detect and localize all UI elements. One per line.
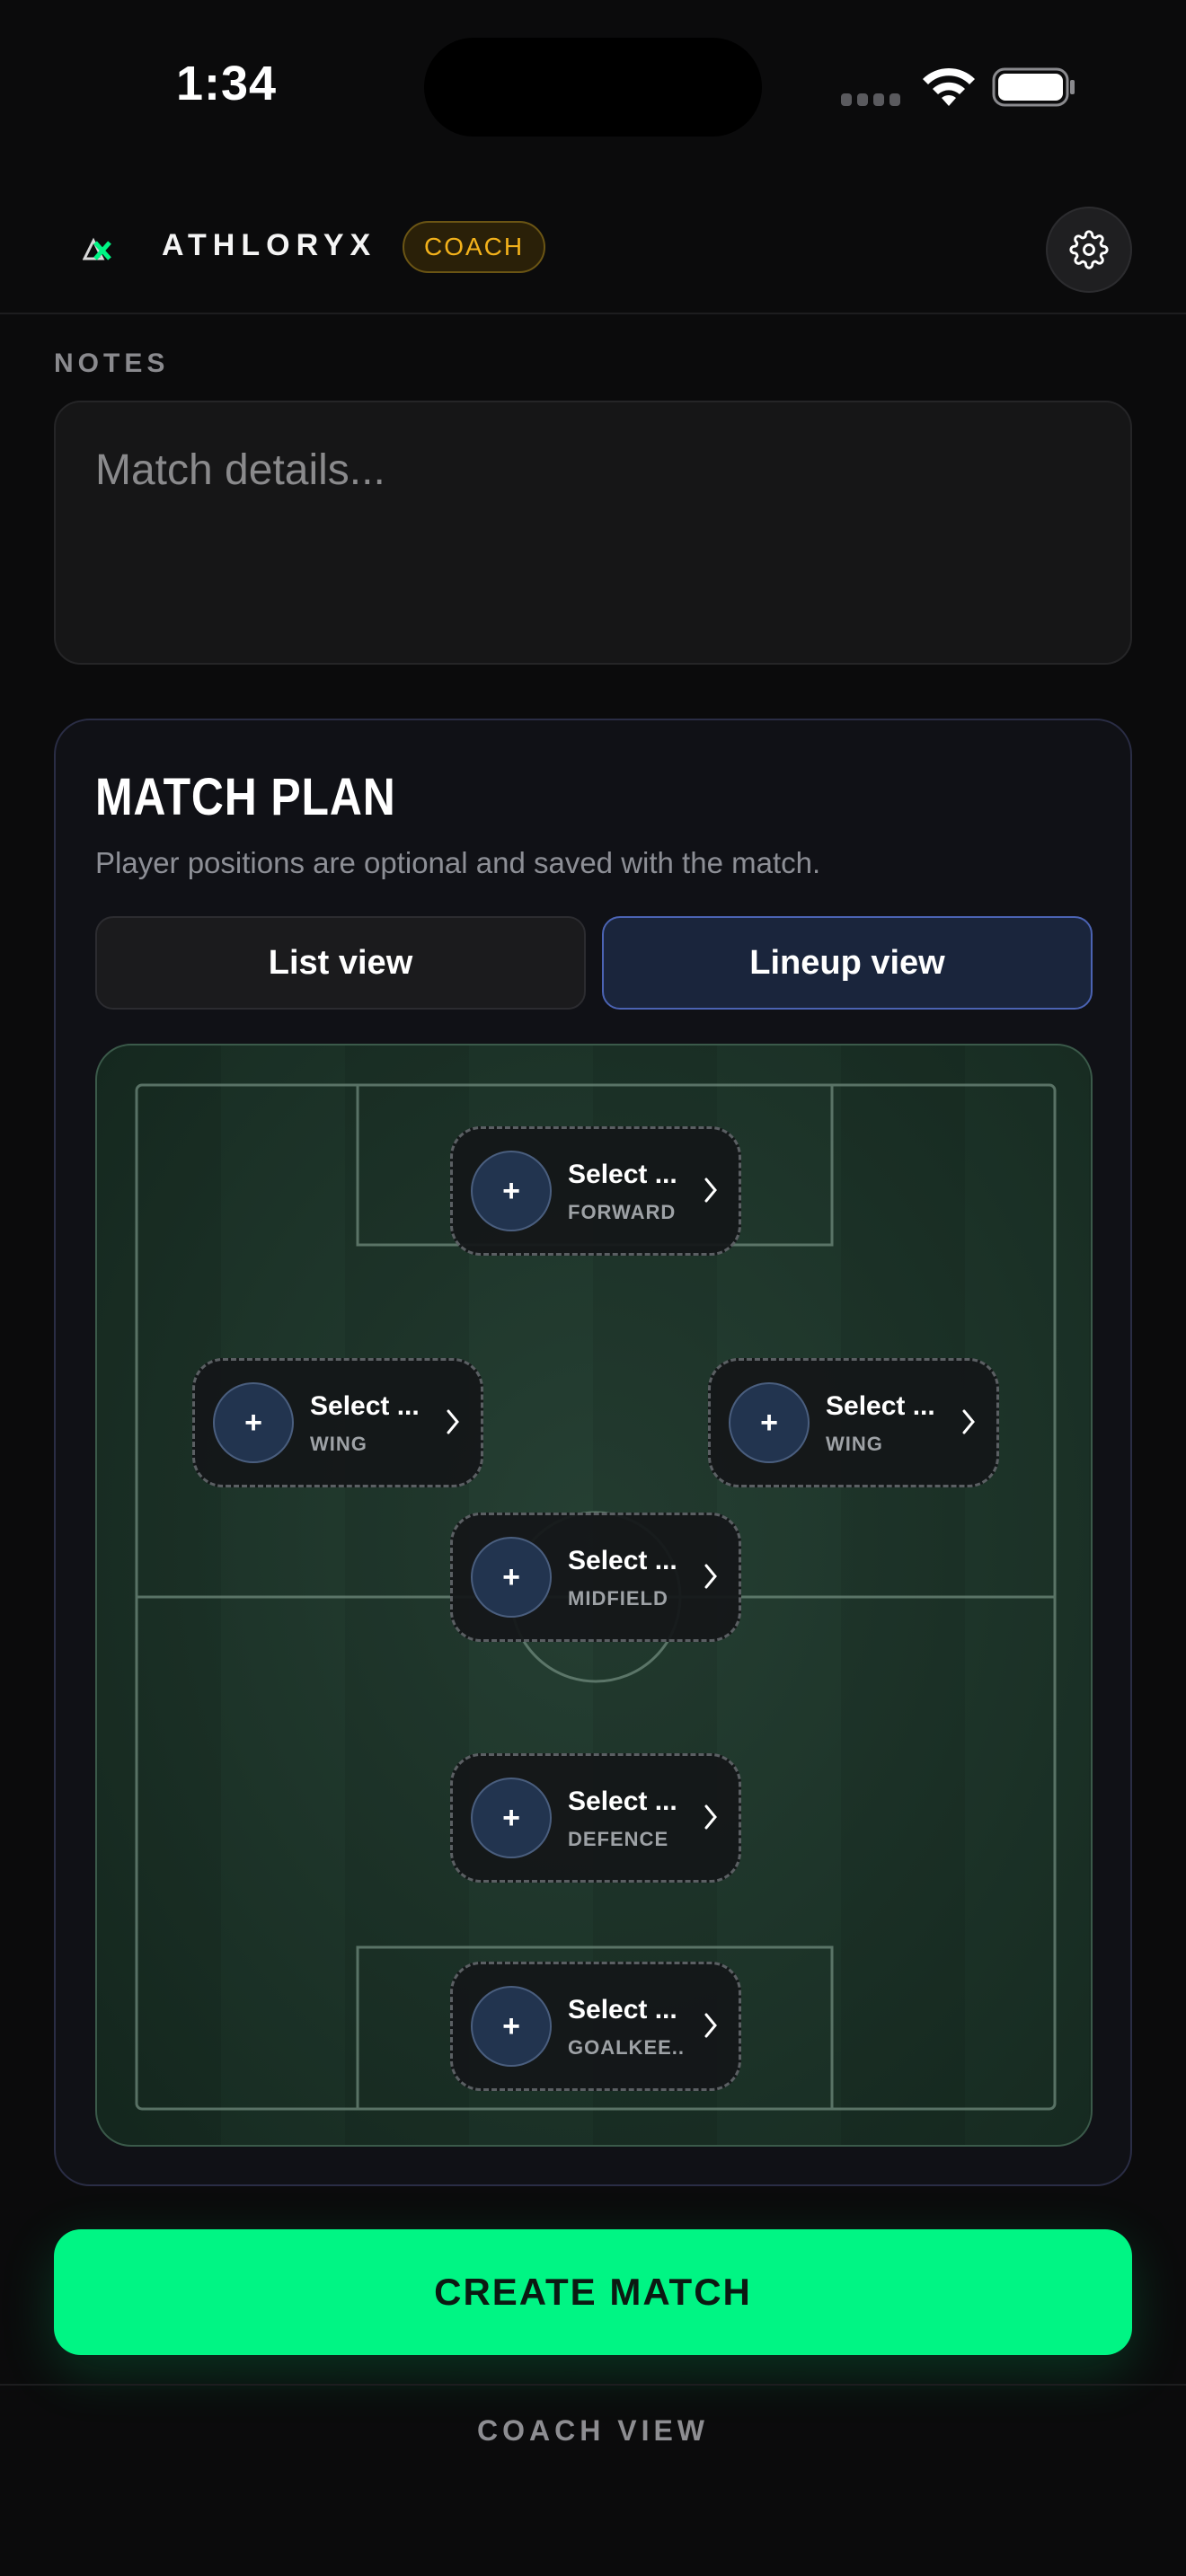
- slot-goalkeeper[interactable]: + Select ... GOALKEE...: [450, 1962, 741, 2091]
- slot-midfield[interactable]: + Select ... MIDFIELD: [450, 1513, 741, 1642]
- footer-view-label: COACH VIEW: [477, 2414, 709, 2447]
- notes-textarea[interactable]: [54, 401, 1132, 665]
- slot-right-wing[interactable]: + Select ... WING: [708, 1358, 999, 1487]
- match-plan-title: MATCH PLAN: [95, 768, 396, 826]
- chevron-right-icon: [704, 1804, 717, 1830]
- chevron-right-icon: [704, 1178, 717, 1203]
- lineup-pitch: + Select ... FORWARD + Select ... WING +…: [95, 1044, 1093, 2147]
- chevron-right-icon: [447, 1409, 459, 1434]
- list-view-button[interactable]: List view: [95, 916, 586, 1010]
- app-header: ATHLORYX COACH: [0, 171, 1186, 314]
- settings-button[interactable]: [1046, 207, 1132, 293]
- add-player-icon: +: [471, 1986, 552, 2067]
- dynamic-island: [424, 38, 762, 137]
- notes-label: NOTES: [54, 348, 170, 378]
- wifi-icon: [923, 67, 975, 106]
- slot-player-name: Select ...: [826, 1391, 935, 1421]
- lineup-view-button[interactable]: Lineup view: [602, 916, 1093, 1010]
- match-plan-card: MATCH PLAN Player positions are optional…: [54, 719, 1132, 2186]
- chevron-right-icon: [962, 1409, 975, 1434]
- slot-position: FORWARD: [568, 1201, 677, 1223]
- add-player-icon: +: [729, 1382, 810, 1463]
- slot-player-name: Select ...: [568, 1995, 677, 2025]
- create-match-button[interactable]: CREATE MATCH: [54, 2229, 1132, 2355]
- slot-position: WING: [826, 1433, 883, 1455]
- athloryx-logo-icon: [83, 237, 111, 260]
- chevron-right-icon: [704, 2013, 717, 2038]
- slot-player-name: Select ...: [310, 1391, 420, 1421]
- slot-position: DEFENCE: [568, 1828, 669, 1850]
- battery-icon: [992, 67, 1075, 107]
- gear-icon: [1069, 230, 1109, 269]
- slot-position: WING: [310, 1433, 367, 1455]
- brand-name: ATHLORYX: [162, 228, 377, 262]
- add-player-icon: +: [213, 1382, 294, 1463]
- match-plan-subtitle: Player positions are optional and saved …: [95, 846, 821, 879]
- slot-defence[interactable]: + Select ... DEFENCE: [450, 1753, 741, 1883]
- add-player-icon: +: [471, 1537, 552, 1618]
- slot-forward[interactable]: + Select ... FORWARD: [450, 1126, 741, 1256]
- slot-left-wing[interactable]: + Select ... WING: [192, 1358, 483, 1487]
- slot-player-name: Select ...: [568, 1160, 677, 1189]
- cellular-signal-icon: [841, 93, 902, 106]
- slot-player-name: Select ...: [568, 1786, 677, 1816]
- add-player-icon: +: [471, 1778, 552, 1858]
- status-bar: 1:34: [0, 0, 1186, 171]
- add-player-icon: +: [471, 1151, 552, 1231]
- slot-position: MIDFIELD: [568, 1587, 668, 1610]
- role-badge: COACH: [403, 221, 546, 273]
- slot-position: GOALKEE...: [568, 2036, 685, 2059]
- footer-divider: [0, 2384, 1186, 2386]
- status-time: 1:34: [176, 57, 278, 110]
- chevron-right-icon: [704, 1564, 717, 1589]
- slot-player-name: Select ...: [568, 1546, 677, 1575]
